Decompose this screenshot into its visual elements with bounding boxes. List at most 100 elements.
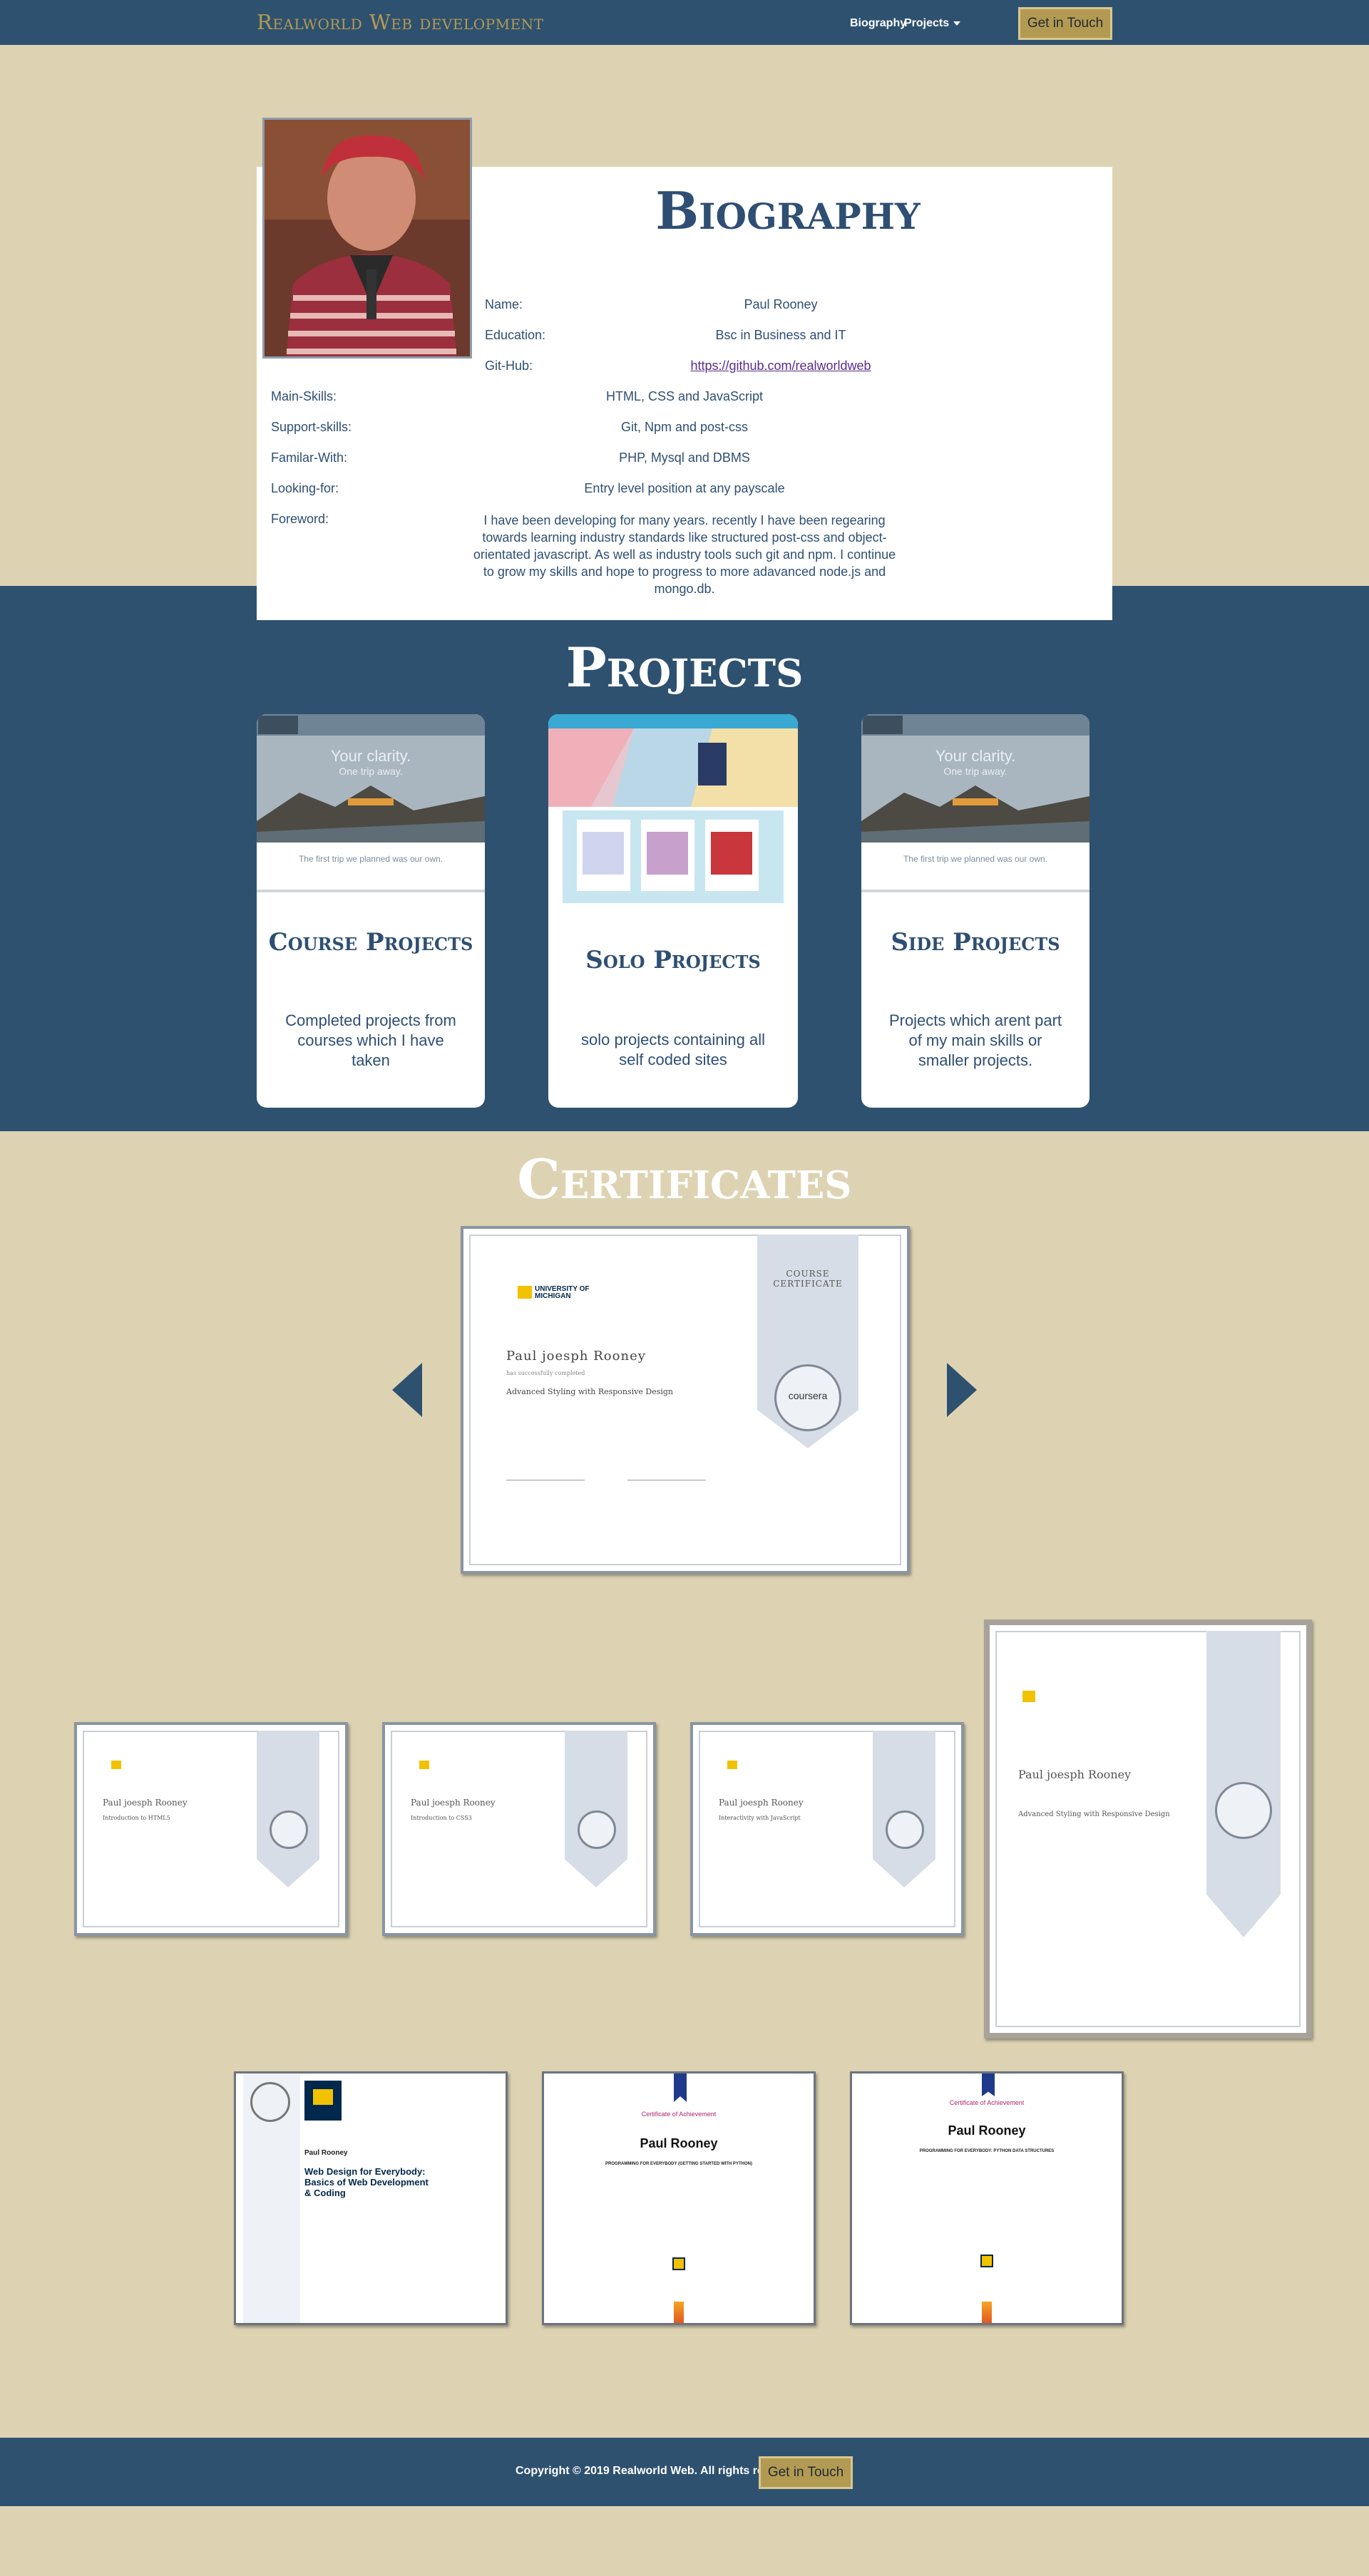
recipient-name: Paul joesph Rooney bbox=[1018, 1768, 1132, 1781]
bio-value-main-skills: HTML, CSS and JavaScript bbox=[605, 389, 764, 403]
achievement-heading: Certificate of Achievement bbox=[949, 2099, 1025, 2106]
project-card-side[interactable]: Your clarity. One trip away. The first t… bbox=[861, 714, 1089, 1108]
university-name: UNIVERSITY OF MICHIGAN bbox=[535, 1285, 590, 1300]
bio-value-looking-for: Entry level position at any payscale bbox=[584, 481, 785, 495]
michigan-logo-icon bbox=[518, 1286, 532, 1299]
caret-down-icon bbox=[953, 21, 961, 26]
certificates-title: Certificates bbox=[517, 1148, 852, 1211]
github-link[interactable]: https://github.com/realworldweb bbox=[690, 359, 871, 373]
project-thumbnail bbox=[548, 714, 798, 907]
course-certificate-label: COURSE CERTIFICATE bbox=[773, 1269, 843, 1289]
certificate-ribbon bbox=[873, 1731, 935, 1887]
ribbon-icon bbox=[674, 2073, 687, 2102]
project-desc: Projects which arent part of my main ski… bbox=[888, 1011, 1062, 1069]
seal-label: coursera bbox=[788, 1390, 828, 1401]
bio-value-education: Bsc in Business and IT bbox=[715, 328, 846, 342]
course-name: Web Design for Everybody: Basics of Web … bbox=[304, 2166, 429, 2198]
bio-label-familiar-with: Familar-With: bbox=[271, 450, 347, 465]
achievement-heading: Certificate of Achievement bbox=[641, 2111, 717, 2118]
bio-label-support-skills: Support-skills: bbox=[271, 420, 352, 434]
thumb-subline: One trip away. bbox=[943, 766, 1007, 777]
carousel-prev-arrow-icon[interactable] bbox=[392, 1363, 422, 1417]
bio-label-github: Git-Hub: bbox=[485, 359, 533, 373]
course-name: Advanced Styling with Responsive Design bbox=[506, 1387, 674, 1396]
coursera-seal-icon bbox=[1215, 1782, 1272, 1839]
recipient-name: Paul Rooney bbox=[948, 2123, 1026, 2138]
brand-logo[interactable]: Realworld Web development bbox=[257, 10, 544, 34]
biography-title: Biography bbox=[655, 180, 921, 241]
project-card-solo[interactable]: Solo Projects solo projects containing a… bbox=[548, 714, 798, 1108]
project-desc: Completed projects from courses which I … bbox=[285, 1011, 456, 1069]
course-name: PROGRAMMING FOR EVERYBODY (GETTING START… bbox=[605, 2162, 752, 2166]
certificate-featured[interactable]: COURSE CERTIFICATE coursera UNIVERSITY O… bbox=[461, 1226, 910, 1574]
nav-biography-link[interactable]: Biography bbox=[850, 17, 906, 30]
bio-value-familiar-with: PHP, Mysql and DBMS bbox=[619, 450, 750, 465]
bio-value-name: Paul Rooney bbox=[744, 297, 818, 311]
project-name: Side Projects bbox=[891, 928, 1060, 957]
michigan-logo-icon bbox=[672, 2257, 685, 2270]
thumb-headline: Your clarity. bbox=[330, 747, 411, 765]
certificate-ribbon bbox=[257, 1731, 319, 1887]
get-in-touch-button[interactable]: Get in Touch bbox=[1018, 7, 1112, 40]
nav-projects-dropdown[interactable]: Projects bbox=[904, 17, 961, 30]
bio-label-name: Name: bbox=[485, 297, 523, 311]
project-desc: solo projects containing all self coded … bbox=[580, 1031, 766, 1068]
coursera-seal-icon bbox=[886, 1810, 924, 1849]
github-link-wrap: https://github.com/realworldweb bbox=[642, 359, 920, 373]
certificate-ribbon bbox=[565, 1731, 627, 1887]
michigan-logo-icon bbox=[419, 1761, 429, 1769]
top-navbar: Realworld Web development Biography Proj… bbox=[0, 0, 1369, 45]
certificate-python-2[interactable]: Certificate of Achievement Paul Rooney P… bbox=[850, 2071, 1124, 2325]
michigan-logo-icon bbox=[111, 1761, 121, 1769]
thumb-tagline: The first trip we planned was our own. bbox=[298, 854, 443, 864]
bio-label-foreword: Foreword: bbox=[271, 512, 329, 526]
bio-label-education: Education: bbox=[485, 328, 546, 342]
michigan-logo-icon bbox=[727, 1761, 737, 1769]
certificate-web-design[interactable]: Paul Rooney Web Design for Everybody: Ba… bbox=[234, 2071, 508, 2325]
project-name: Solo Projects bbox=[585, 946, 761, 974]
profile-photo bbox=[262, 118, 472, 359]
thumb-subline: One trip away. bbox=[339, 766, 403, 777]
carousel-next-arrow-icon[interactable] bbox=[947, 1363, 977, 1417]
coursera-seal-icon bbox=[578, 1810, 616, 1849]
thumb-tagline: The first trip we planned was our own. bbox=[903, 854, 1048, 864]
recipient-name: Paul Rooney bbox=[640, 2136, 718, 2150]
course-name: PROGRAMMING FOR EVERYBODY: PYTHON DATA S… bbox=[919, 2149, 1055, 2153]
nav-projects-label: Projects bbox=[904, 17, 950, 29]
project-name: Course Projects bbox=[268, 928, 473, 957]
footer: Copyright © 2019 Realworld Web. All righ… bbox=[0, 2438, 1369, 2506]
recipient-name: Paul Rooney bbox=[304, 2149, 348, 2157]
course-name: Interactivity with JavaScript bbox=[719, 1815, 801, 1821]
michigan-logo-icon bbox=[980, 2255, 993, 2267]
course-name: Introduction to HTML5 bbox=[103, 1815, 170, 1821]
course-name: Advanced Styling with Responsive Design bbox=[1018, 1810, 1170, 1818]
bio-label-main-skills: Main-Skills: bbox=[271, 389, 337, 403]
coursera-seal-icon bbox=[270, 1810, 308, 1849]
bio-label-looking-for: Looking-for: bbox=[271, 481, 339, 495]
projects-title: Projects bbox=[565, 636, 804, 699]
course-name: Introduction to CSS3 bbox=[411, 1815, 472, 1821]
footer-get-in-touch-button[interactable]: Get in Touch bbox=[759, 2456, 853, 2489]
michigan-m-icon bbox=[313, 2089, 333, 2105]
certificate-thumbnail[interactable]: Paul joesph Rooney Interactivity with Ja… bbox=[690, 1722, 964, 1936]
completed-text: has successfully completed bbox=[506, 1370, 585, 1376]
certificate-seal-icon bbox=[250, 2082, 290, 2122]
ribbon-icon bbox=[982, 2073, 995, 2096]
bio-value-foreword: I have been developing for many years. r… bbox=[473, 513, 896, 596]
project-card-course[interactable]: Your clarity. One trip away. The first t… bbox=[257, 714, 485, 1108]
recipient-name: Paul joesph Rooney bbox=[103, 1798, 188, 1808]
recipient-name: Paul joesph Rooney bbox=[506, 1349, 646, 1364]
footer-strip bbox=[674, 2302, 684, 2323]
certificate-python-1[interactable]: Certificate of Achievement Paul Rooney P… bbox=[542, 2071, 816, 2325]
project-thumbnail: Your clarity. One trip away. The first t… bbox=[257, 714, 485, 892]
certificate-thumbnail[interactable]: Paul joesph Rooney Introduction to HTML5 bbox=[74, 1722, 348, 1936]
recipient-name: Paul joesph Rooney bbox=[411, 1798, 496, 1808]
project-thumbnail: Your clarity. One trip away. The first t… bbox=[861, 714, 1089, 892]
recipient-name: Paul joesph Rooney bbox=[719, 1798, 804, 1808]
michigan-logo-icon bbox=[1022, 1691, 1035, 1702]
certificate-thumbnail[interactable]: Paul joesph Rooney Introduction to CSS3 bbox=[382, 1722, 656, 1936]
thumb-headline: Your clarity. bbox=[935, 747, 1016, 765]
certificate-thumbnail-active[interactable]: Paul joesph Rooney Advanced Styling with… bbox=[984, 1619, 1312, 2039]
footer-strip bbox=[982, 2302, 992, 2323]
bio-value-support-skills: Git, Npm and post-css bbox=[620, 420, 749, 434]
